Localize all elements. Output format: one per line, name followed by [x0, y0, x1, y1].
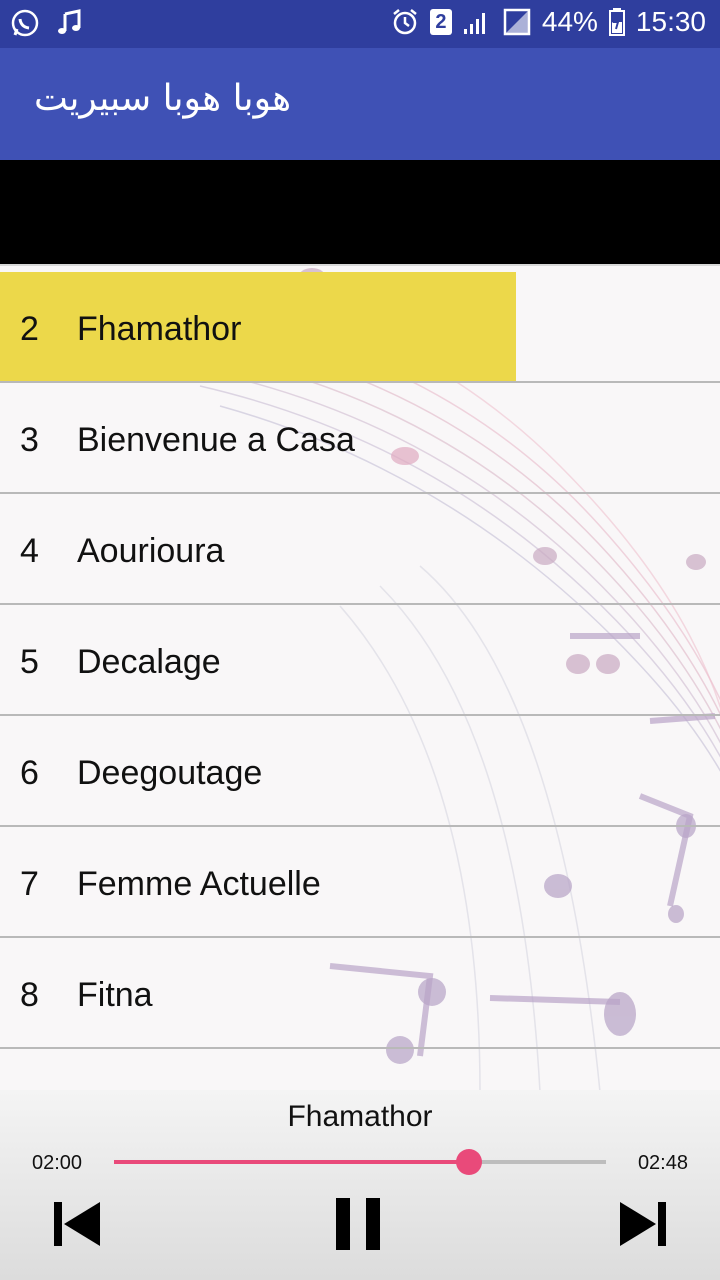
alarm-icon [390, 7, 420, 37]
track-title: Femme Actuelle [77, 865, 321, 903]
seek-progress [114, 1160, 469, 1164]
track-row[interactable]: 8 Fitna [0, 938, 720, 1049]
track-row[interactable]: 5 Decalage [0, 605, 720, 716]
track-title: Deegoutage [77, 754, 263, 792]
app-bar: هوبا هوبا سبيريت [0, 48, 720, 160]
track-number: 5 [20, 643, 39, 681]
battery-percent: 44% [541, 6, 598, 37]
status-bar: 2 44% 15:30 [0, 0, 720, 48]
skip-previous-icon [54, 1202, 100, 1246]
app-title: هوبا هوبا سبيريت [34, 78, 292, 119]
battery-icon [608, 7, 626, 37]
track-number: 6 [20, 754, 39, 792]
seek-bar[interactable] [114, 1149, 606, 1175]
seek-thumb[interactable] [455, 1149, 482, 1175]
track-row[interactable]: 7 Femme Actuelle [0, 827, 720, 938]
track-title: Fhamathor [77, 310, 242, 348]
total-time: 02:48 [637, 1152, 688, 1174]
pause-icon [336, 1198, 380, 1250]
track-row[interactable]: 3 Bienvenue a Casa [0, 383, 720, 494]
track-title: Fitna [77, 976, 153, 1014]
track-row[interactable]: 2 Fhamathor [0, 272, 720, 383]
music-note-icon [54, 8, 84, 38]
track-list-area: 2 Fhamathor 3 Bienvenue a Casa 4 Aourioura 5 De… [0, 264, 720, 1090]
track-title: Bienvenue a Casa [77, 421, 355, 459]
track-title: Decalage [77, 643, 221, 681]
track-list: 2 Fhamathor 3 Bienvenue a Casa 4 Aourioura 5 De… [0, 272, 720, 1049]
track-number: 7 [20, 865, 39, 903]
whatsapp-icon [10, 8, 40, 38]
clock: 15:30 [635, 6, 706, 37]
elapsed-time: 02:00 [32, 1152, 83, 1174]
track-number: 4 [20, 532, 39, 570]
ad-banner[interactable] [0, 160, 720, 264]
no-sim-icon [502, 7, 532, 37]
player: Fhamathor 02:00 02:48 [0, 1090, 720, 1280]
track-number: 8 [20, 976, 39, 1014]
next-button[interactable] [612, 1196, 672, 1252]
track-row[interactable]: 6 Deegoutage [0, 716, 720, 827]
previous-button[interactable] [50, 1196, 110, 1252]
track-row[interactable]: 4 Aourioura [0, 494, 720, 605]
track-number: 2 [20, 310, 39, 348]
notification-badge: 2 [429, 9, 452, 35]
signal-icon [462, 7, 492, 37]
skip-next-icon [620, 1202, 666, 1246]
track-title: Aourioura [77, 532, 225, 570]
now-playing-title: Fhamathor [287, 1100, 433, 1133]
pause-button[interactable] [330, 1196, 390, 1252]
track-number: 3 [20, 421, 39, 459]
